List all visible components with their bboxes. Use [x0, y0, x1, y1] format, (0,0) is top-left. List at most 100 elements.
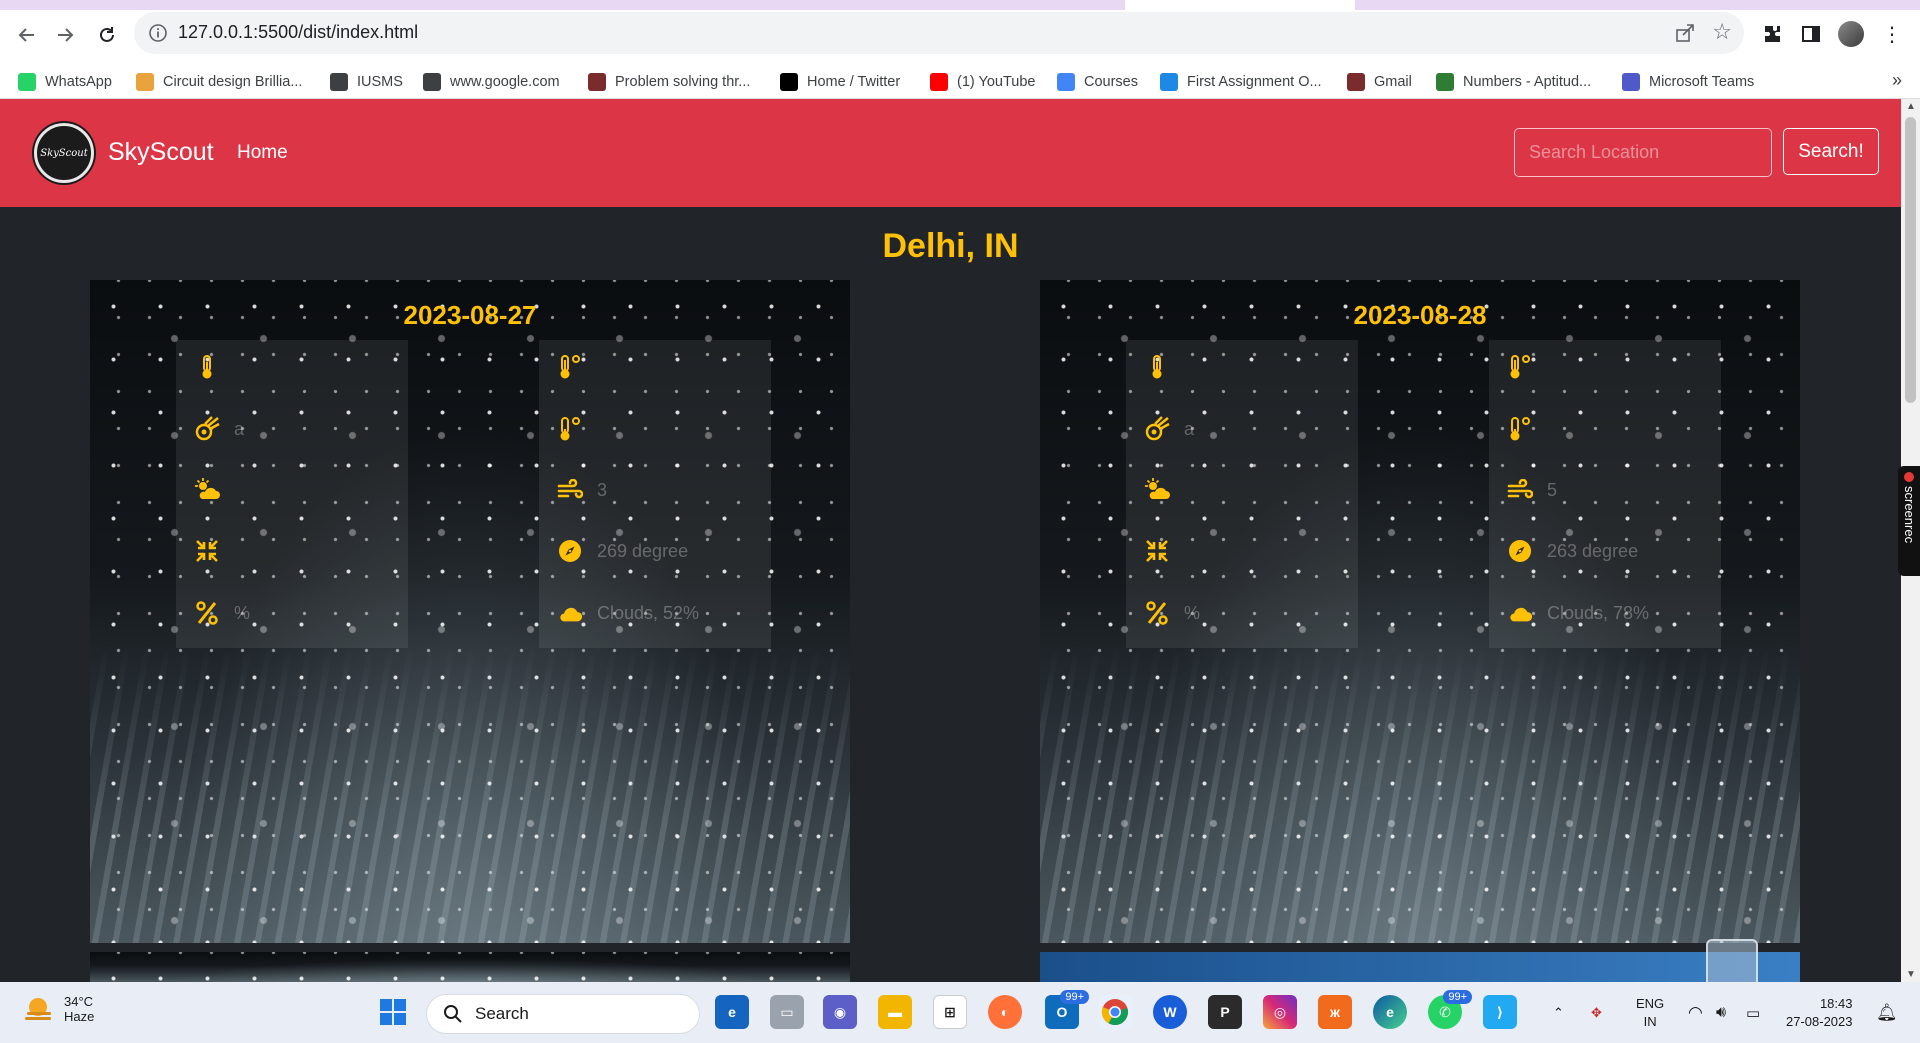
writer-icon[interactable]: W — [1153, 995, 1187, 1029]
chrome-icon[interactable] — [1098, 995, 1132, 1029]
search-button[interactable]: Search! — [1783, 128, 1879, 175]
weather-widget[interactable]: 34°C Haze — [22, 992, 94, 1026]
edge-pre-icon[interactable]: e — [715, 995, 749, 1029]
weather-row: % — [1144, 598, 1200, 628]
weather-row — [557, 352, 597, 382]
tray-chevron-icon[interactable]: ⌃ — [1553, 982, 1564, 1043]
weather-row — [194, 352, 234, 382]
file-explorer-icon[interactable]: ▬ — [878, 995, 912, 1029]
pycharm-icon[interactable]: P — [1208, 995, 1242, 1029]
vscode-icon[interactable]: ⟩ — [1483, 995, 1517, 1029]
weather-row: 3 — [557, 475, 607, 505]
weather-row — [194, 475, 234, 505]
whatsapp-taskbar-icon[interactable]: ✆ 99+ — [1428, 990, 1472, 1029]
arrow-right-icon — [58, 28, 74, 42]
forward-button[interactable] — [48, 18, 82, 52]
url-text[interactable]: 127.0.0.1:5500/dist/index.html — [178, 22, 418, 43]
firefox-icon[interactable]: ◐ — [988, 995, 1022, 1029]
bookmark-item[interactable]: Courses — [1057, 71, 1138, 93]
extensions-icon[interactable] — [1758, 20, 1786, 48]
taskbar-search-label: Search — [475, 1004, 529, 1023]
back-button[interactable] — [10, 18, 44, 52]
scroll-up-icon[interactable]: ▲ — [1906, 101, 1916, 112]
weather-row — [1144, 475, 1184, 505]
reload-button[interactable] — [90, 18, 124, 52]
bookmark-label: Problem solving thr... — [615, 74, 751, 90]
bookmark-item[interactable]: Circuit design Brillia... — [136, 71, 302, 93]
bookmark-star-icon[interactable]: ☆ — [1712, 19, 1732, 45]
edge-icon[interactable]: e — [1373, 995, 1407, 1029]
lang-code: ENG — [1636, 996, 1665, 1011]
compass-icon — [557, 538, 583, 564]
nav-home-link[interactable]: Home — [237, 142, 288, 164]
brand-name[interactable]: SkyScout — [108, 138, 214, 167]
bookmark-item[interactable]: (1) YouTube — [930, 71, 1035, 93]
weather-row — [1144, 352, 1184, 382]
taskbar: 34°C Haze Search e ▭ ◉ ▬ ⊞ ◐ O 99+ W P ◎ … — [0, 982, 1920, 1043]
language-indicator[interactable]: ENG IN — [1636, 995, 1664, 1031]
cloud-sun-icon — [194, 477, 220, 503]
outlook-icon[interactable]: O 99+ — [1045, 990, 1089, 1029]
scrollbar-thumb[interactable] — [1905, 117, 1916, 403]
bookmarks-more-icon[interactable]: » — [1892, 70, 1902, 91]
bookmark-item[interactable]: Numbers - Aptitud... — [1436, 71, 1591, 93]
bookmark-item[interactable]: First Assignment O... — [1160, 71, 1322, 93]
weather-row: 5 — [1507, 475, 1557, 505]
weather-panel-left: a% — [176, 340, 408, 648]
store-icon[interactable]: ⊞ — [933, 995, 967, 1029]
weather-panel-left: a% — [1126, 340, 1358, 648]
bookmark-item[interactable]: IUSMS — [330, 71, 403, 93]
share-icon[interactable] — [1674, 22, 1696, 44]
clock[interactable]: 18:43 27-08-2023 — [1786, 995, 1853, 1031]
nptel-icon — [1347, 73, 1365, 91]
bookmark-item[interactable]: WhatsApp — [18, 71, 112, 93]
weather-value: 5 — [1547, 479, 1558, 500]
weather-row — [1507, 414, 1547, 444]
brilliant-icon — [136, 73, 154, 91]
profile-avatar[interactable] — [1837, 20, 1865, 48]
scroll-down-icon[interactable]: ▼ — [1906, 969, 1916, 980]
weather-panel-right: 5 263 degree Clouds, 78% — [1489, 340, 1721, 648]
bookmark-item[interactable]: Home / Twitter — [780, 71, 900, 93]
floating-widget[interactable] — [1706, 939, 1758, 982]
address-bar[interactable]: 127.0.0.1:5500/dist/index.html ☆ — [134, 12, 1744, 54]
bookmark-item[interactable]: Gmail — [1347, 71, 1412, 93]
notification-bell-icon[interactable]: 🔔︎ — [1876, 982, 1898, 1043]
bookmark-item[interactable]: Problem solving thr... — [588, 71, 750, 93]
battery-icon[interactable]: ▭ — [1746, 982, 1760, 1043]
weather-row: 269 degree — [557, 536, 688, 566]
menu-kebab-icon[interactable]: ⋮ — [1878, 20, 1906, 48]
weather-row: % — [194, 598, 250, 628]
side-panel-icon[interactable] — [1797, 20, 1825, 48]
bookmark-item[interactable]: Microsoft Teams — [1622, 71, 1754, 93]
page-viewport: SkyScout SkyScout Home Search! Delhi, IN… — [0, 99, 1901, 982]
temperature-high-icon — [557, 354, 583, 380]
lang-region: IN — [1643, 1014, 1657, 1029]
wifi-icon[interactable]: ◠ — [1688, 982, 1703, 1043]
forecast-date: 2023-08-27 — [403, 300, 537, 330]
dropbox-icon[interactable]: ✥ — [1591, 982, 1602, 1043]
xampp-icon[interactable]: ж — [1318, 995, 1352, 1029]
taskbar-search[interactable]: Search — [426, 994, 700, 1034]
navbar: SkyScout SkyScout Home Search! — [0, 99, 1901, 207]
meet-icon[interactable]: ◉ — [823, 995, 857, 1029]
location-search-input[interactable] — [1514, 128, 1772, 177]
task-view-icon[interactable]: ▭ — [770, 995, 804, 1029]
teams-icon — [1622, 73, 1640, 91]
info-icon[interactable] — [148, 23, 168, 43]
cloud-icon — [557, 600, 583, 626]
wind-icon — [1507, 477, 1533, 503]
skyscout-logo[interactable]: SkyScout — [34, 123, 94, 183]
bookmark-label: Circuit design Brillia... — [163, 74, 303, 90]
cloud-icon — [1507, 600, 1533, 626]
leaf-icon — [1436, 73, 1454, 91]
bookmark-label: Gmail — [1374, 74, 1412, 90]
active-tab[interactable] — [1125, 0, 1355, 10]
screenrec-tab[interactable]: screenrec — [1898, 466, 1920, 576]
bookmark-label: (1) YouTube — [957, 74, 1036, 90]
compress-icon — [1144, 538, 1170, 564]
bookmark-item[interactable]: www.google.com — [423, 71, 560, 93]
volume-icon[interactable]: 🔊︎ — [1716, 982, 1726, 1043]
instagram-icon[interactable]: ◎ — [1263, 995, 1297, 1029]
start-button[interactable] — [376, 995, 410, 1029]
